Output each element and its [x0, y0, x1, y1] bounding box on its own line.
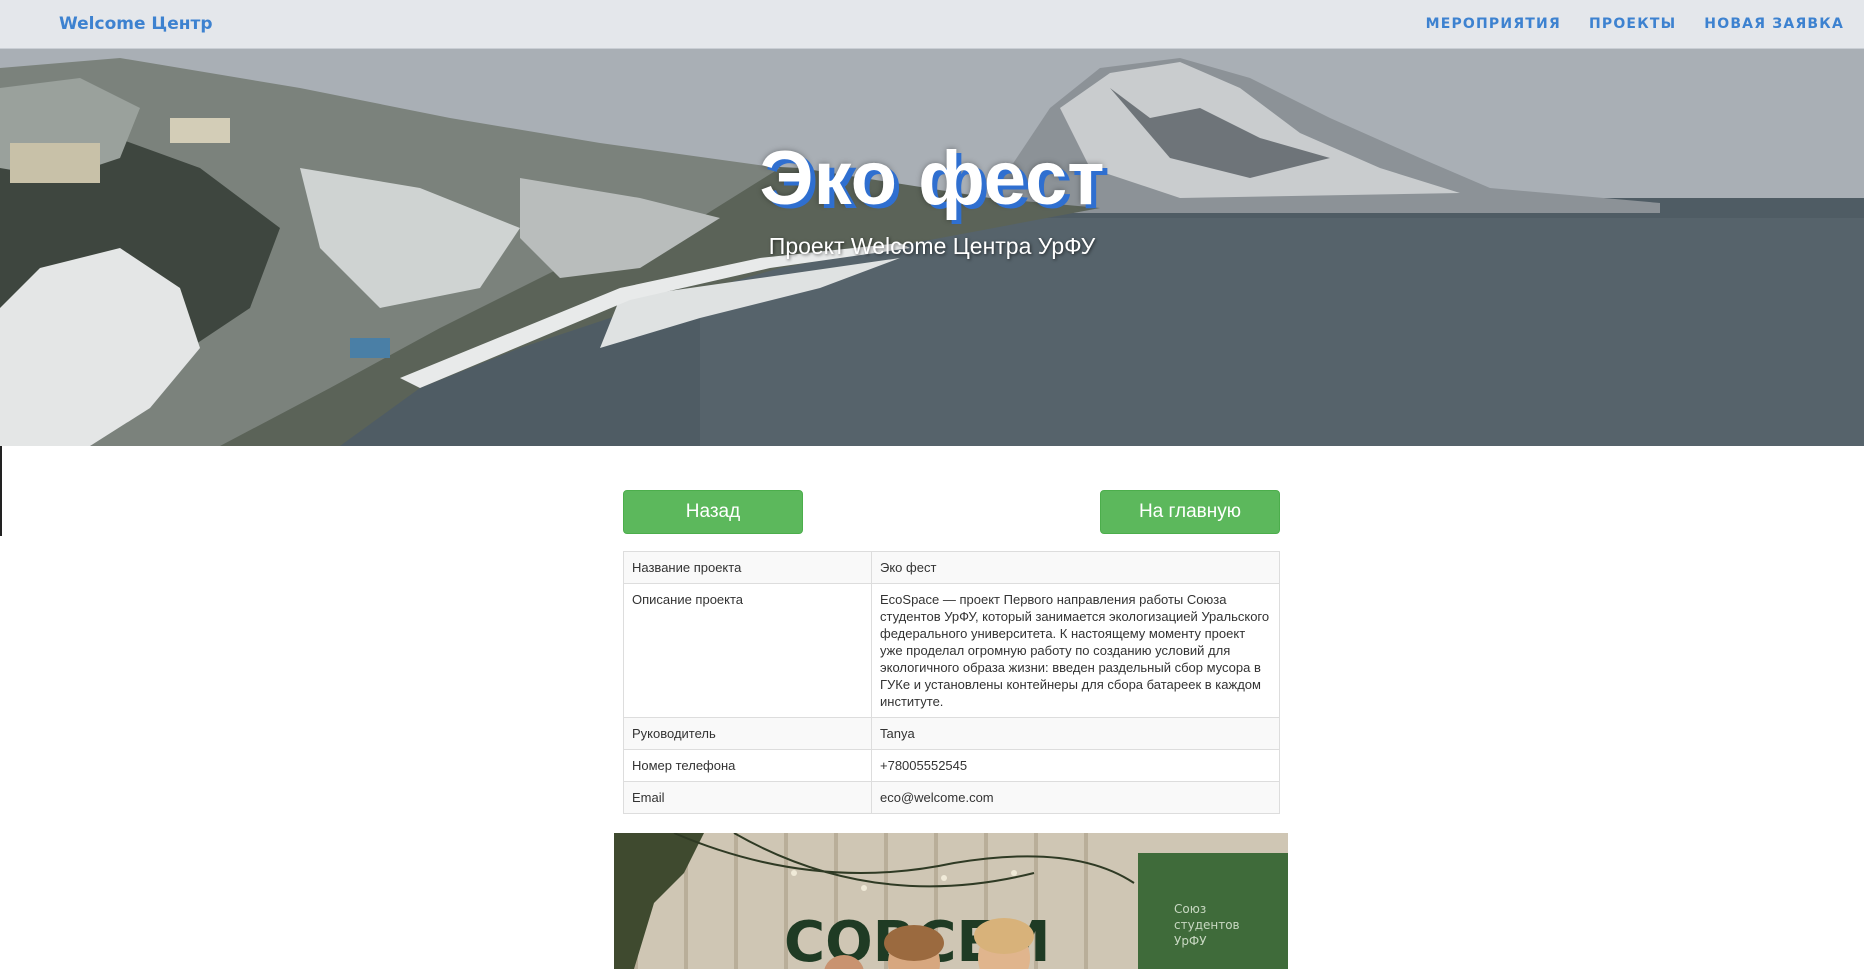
- nav-link-events[interactable]: МЕРОПРИЯТИЯ: [1426, 16, 1561, 32]
- table-row: Руководитель Tanya: [623, 717, 1280, 750]
- project-info-table: Название проекта Эко фест Описание проек…: [623, 551, 1280, 814]
- row-value-project-name: Эко фест: [871, 551, 1280, 584]
- row-value-description: EcoSpace — проект Первого направления ра…: [871, 583, 1280, 718]
- table-row: Email eco@welcome.com: [623, 781, 1280, 814]
- hero-banner: Эко фест Проект Welcome Центра УрФУ: [0, 48, 1864, 446]
- back-button[interactable]: Назад: [623, 490, 803, 534]
- nav-link-projects[interactable]: ПРОЕКТЫ: [1589, 16, 1676, 32]
- row-label-email: Email: [623, 781, 872, 814]
- row-label-phone: Номер телефона: [623, 749, 872, 782]
- left-edge-divider: [0, 446, 2, 536]
- table-row: Название проекта Эко фест: [623, 551, 1280, 584]
- row-label-description: Описание проекта: [623, 583, 872, 718]
- row-value-leader: Tanya: [871, 717, 1280, 750]
- svg-text:УрФУ: УрФУ: [1174, 934, 1207, 948]
- nav-link-new-request[interactable]: НОВАЯ ЗАЯВКА: [1704, 16, 1844, 32]
- row-label-leader: Руководитель: [623, 717, 872, 750]
- page-subtitle: Проект Welcome Центра УрФУ: [768, 233, 1096, 259]
- home-button[interactable]: На главную: [1100, 490, 1280, 534]
- page-title: Эко фест: [759, 136, 1105, 221]
- row-label-project-name: Название проекта: [623, 551, 872, 584]
- row-value-phone: +78005552545: [871, 749, 1280, 782]
- brand-link[interactable]: Welcome Центр: [59, 14, 213, 34]
- table-row: Номер телефона +78005552545: [623, 749, 1280, 782]
- photo-badge-text: Союз: [1174, 902, 1206, 916]
- navbar: Welcome Центр МЕРОПРИЯТИЯ ПРОЕКТЫ НОВАЯ …: [0, 0, 1864, 49]
- nav-links: МЕРОПРИЯТИЯ ПРОЕКТЫ НОВАЯ ЗАЯВКА: [1398, 0, 1844, 48]
- table-row: Описание проекта EcoSpace — проект Перво…: [623, 583, 1280, 718]
- project-photo: Союз студентов УрФУ СОВСЕМ: [614, 833, 1288, 969]
- svg-text:студентов: студентов: [1174, 918, 1240, 932]
- row-value-email: eco@welcome.com: [871, 781, 1280, 814]
- project-photo-image: Союз студентов УрФУ СОВСЕМ: [614, 833, 1288, 969]
